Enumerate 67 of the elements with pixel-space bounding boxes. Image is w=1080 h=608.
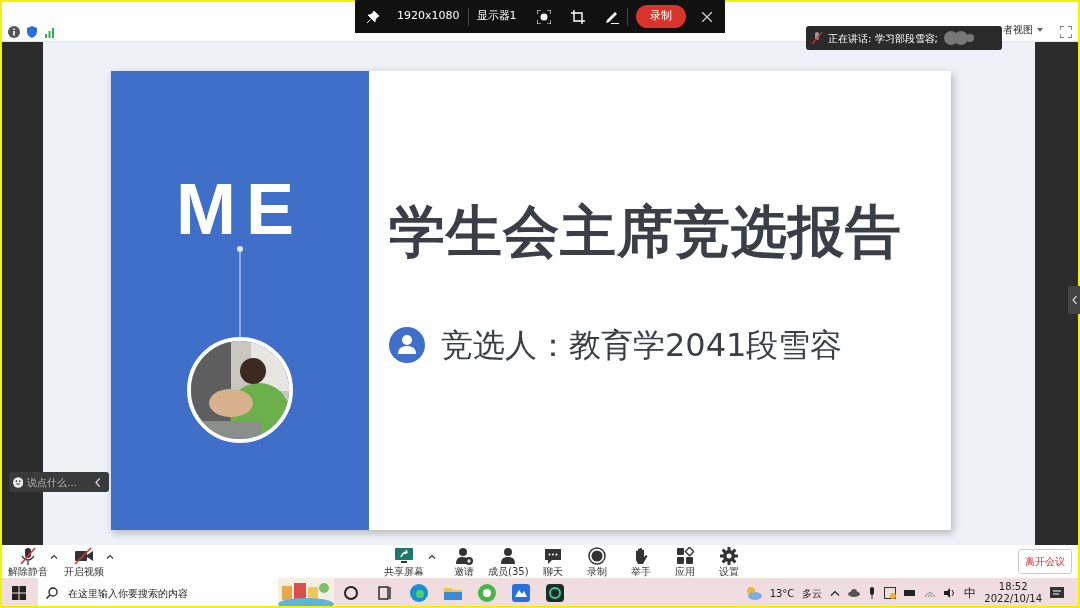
temperature-text: 13°C	[769, 586, 795, 601]
panel-handle[interactable]	[1068, 286, 1080, 314]
toolbar-button[interactable]: 举手	[620, 546, 661, 577]
cloud-icon[interactable]	[848, 589, 861, 597]
muted-mic-icon	[812, 32, 822, 44]
candidate-text: 竞选人：教育学2041段雪容	[441, 324, 843, 366]
fullscreen-icon[interactable]	[1060, 26, 1072, 38]
toolbar-button[interactable]: 聊天	[532, 546, 573, 577]
notification-icon[interactable]	[1050, 586, 1064, 600]
caret-icon[interactable]	[106, 554, 114, 559]
clock-date[interactable]: 2022/10/14	[984, 593, 1042, 605]
display-selector[interactable]: 显示器1	[476, 8, 517, 25]
close-icon[interactable]	[701, 11, 712, 22]
cortana-icon[interactable]	[341, 583, 361, 603]
record-button[interactable]: 录制	[635, 5, 686, 28]
toolbar-button[interactable]: 应用	[664, 546, 705, 577]
info-icon[interactable]	[8, 26, 20, 38]
toolbar-button[interactable]: 邀请	[444, 546, 484, 577]
pin-icon[interactable]	[367, 10, 379, 23]
toolbar-button[interactable]: 解除静音	[8, 546, 48, 577]
weather-text: 多云	[802, 586, 823, 601]
speaker-icon[interactable]	[944, 588, 957, 598]
shield-icon[interactable]	[26, 26, 38, 38]
emoji-icon	[13, 476, 24, 488]
record-app-icon[interactable]	[545, 583, 565, 603]
muted-mic-icon	[19, 546, 37, 565]
toolbar-button[interactable]: 成员(35)	[488, 546, 529, 577]
resolution-label: 1920x1080	[397, 8, 460, 25]
caret-icon[interactable]	[428, 554, 436, 559]
screenshot-icon[interactable]	[536, 9, 551, 24]
chat-input[interactable]: 说点什么...	[27, 474, 92, 490]
caret-icon	[1037, 27, 1043, 32]
search-icon	[46, 587, 58, 599]
toolbar-button[interactable]: 共享屏幕	[384, 546, 424, 577]
avatar-icon	[943, 31, 974, 45]
toolbar-button[interactable]: 录制	[576, 546, 617, 577]
chat-bar[interactable]: 说点什么...	[9, 472, 109, 492]
crop-icon[interactable]	[570, 9, 585, 24]
mic-icon[interactable]	[868, 587, 877, 599]
toolbar-button[interactable]: 设置	[708, 546, 749, 577]
app-tray-icon[interactable]	[884, 587, 897, 599]
ime-indicator[interactable]: 中	[964, 584, 977, 602]
search-bar[interactable]: 在这里输入你要搜索的内容	[38, 578, 278, 608]
pen-icon[interactable]	[604, 9, 619, 24]
meeting-app-icon[interactable]	[511, 583, 531, 603]
ring-app-icon[interactable]	[477, 583, 497, 603]
person-icon	[389, 326, 425, 363]
speaker-text: 正在讲话: 学习部段雪容;	[828, 31, 938, 46]
record-icon	[587, 546, 606, 565]
slide-logo: ME	[176, 173, 304, 245]
battery-icon[interactable]	[904, 589, 917, 597]
clock-time[interactable]: 18:52	[998, 581, 1028, 593]
chevron-icon	[1071, 296, 1077, 304]
view-menu[interactable]: 者视图	[1002, 21, 1044, 38]
person-icon	[499, 546, 518, 565]
caret-icon[interactable]	[50, 554, 58, 559]
signal-icon[interactable]	[44, 26, 56, 38]
slide-title: 学生会主席竞选报告	[389, 201, 903, 263]
chevron-up-icon[interactable]	[830, 590, 841, 596]
apps-icon	[675, 546, 694, 565]
search-field[interactable]: 在这里输入你要搜索的内容	[66, 584, 246, 602]
chevron-icon	[95, 477, 101, 487]
windows-start-icon[interactable]	[12, 586, 26, 600]
leave-meeting-button[interactable]: 离开会议	[1018, 549, 1072, 574]
muted-camera-icon	[74, 546, 94, 565]
browser-icon[interactable]	[409, 583, 429, 603]
toolbar-button[interactable]: 开启视频	[64, 546, 104, 577]
